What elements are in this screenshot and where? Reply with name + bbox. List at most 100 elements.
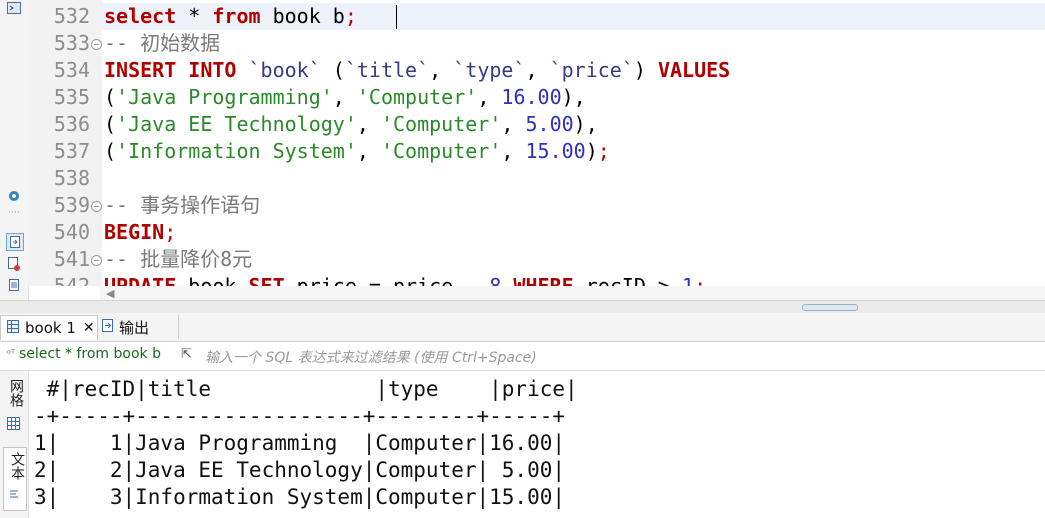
- code-line[interactable]: ('Java Programming', 'Computer', 16.00),: [104, 84, 586, 111]
- tab-label: 输出: [119, 318, 150, 337]
- code-token: price = price -: [284, 274, 490, 286]
- code-token: `book`: [248, 58, 321, 82]
- code-token: 16.00: [501, 85, 562, 109]
- code-token: UPDATE: [104, 274, 177, 286]
- result-view-switcher: 网格 文本: [0, 371, 29, 518]
- code-token: ,: [477, 85, 502, 109]
- code-token: ),: [573, 112, 598, 136]
- code-line[interactable]: -- 事务操作语句: [104, 192, 260, 219]
- code-token: 'Information System': [116, 139, 357, 163]
- code-token: *: [176, 4, 213, 28]
- code-token: WHERE: [513, 274, 574, 286]
- splitter-grip[interactable]: [802, 304, 858, 311]
- code-line[interactable]: -- 初始数据: [104, 30, 220, 57]
- fold-toggle-icon[interactable]: −: [91, 255, 102, 266]
- code-token: ,: [332, 85, 357, 109]
- result-row: 3| 3|Information System|Computer|15.00|: [34, 485, 566, 509]
- result-row: 2| 2|Java EE Technology|Computer| 5.00|: [34, 458, 566, 482]
- filter-input[interactable]: 输入一个 SQL 表达式来过滤结果 (使用 Ctrl+Space): [205, 347, 537, 367]
- editor-side-toolbar: ····: [0, 0, 29, 300]
- result-header-row: #|recID|title |type |price|: [34, 377, 578, 401]
- tab-book-1[interactable]: book 1 ✕: [0, 315, 98, 340]
- line-number: 534: [53, 58, 90, 82]
- line-number: 536: [53, 112, 90, 136]
- line-number: 532: [53, 4, 90, 28]
- line-number: 537: [53, 139, 90, 163]
- more-icon[interactable]: ····: [6, 208, 22, 218]
- line-number: 533: [53, 31, 90, 55]
- text-view-toggle[interactable]: 文本: [3, 447, 27, 511]
- code-token: (: [104, 112, 117, 136]
- code-token: INSERT INTO: [104, 58, 237, 82]
- code-token: ): [633, 58, 658, 82]
- sql-query-icon: ᵒᵀ: [7, 348, 15, 360]
- code-token: `price`: [549, 58, 634, 82]
- code-token: 'Computer': [356, 85, 478, 109]
- code-token: 8: [489, 274, 502, 286]
- text-results[interactable]: #|recID|title |type |price| -+-----+-----…: [34, 376, 578, 511]
- code-line[interactable]: ('Information System', 'Computer', 15.00…: [104, 138, 610, 165]
- filter-expand-icon[interactable]: ⇱: [181, 347, 192, 362]
- code-token: (: [320, 58, 345, 82]
- code-token: ;: [597, 139, 610, 163]
- panel-splitter[interactable]: [0, 300, 1045, 314]
- code-token: (: [104, 85, 117, 109]
- code-token: ,: [356, 112, 381, 136]
- tab-label: book 1: [25, 319, 76, 337]
- code-token: ,: [525, 58, 550, 82]
- text-view-label: 文本: [9, 452, 25, 480]
- code-token: ,: [429, 58, 454, 82]
- code-token: ,: [501, 112, 526, 136]
- table-icon: [7, 319, 19, 337]
- fold-toggle-icon[interactable]: −: [91, 39, 102, 50]
- result-tabs: book 1 ✕ 输出: [0, 313, 1045, 342]
- code-token: ;: [694, 274, 707, 286]
- editor-horizontal-scrollbar[interactable]: ◀: [100, 286, 1045, 300]
- text-mode-icon: [7, 488, 21, 502]
- line-number: 540: [53, 220, 90, 244]
- sql-editor[interactable]: 532 533−534 535 536 537 538 539−540 541−542 sel…: [28, 0, 1045, 286]
- code-token: SET: [248, 274, 285, 286]
- code-token: 'Computer': [380, 112, 502, 136]
- grid-view-label[interactable]: 网格: [6, 379, 26, 407]
- grid-icon[interactable]: [6, 416, 20, 430]
- line-number: 538: [53, 166, 90, 190]
- code-token: recID >: [573, 274, 683, 286]
- text-caret: [396, 5, 397, 29]
- code-line[interactable]: ('Java EE Technology', 'Computer', 5.00)…: [104, 111, 598, 138]
- result-separator: -+-----+------------------+--------+----…: [34, 404, 566, 428]
- code-line[interactable]: INSERT INTO `book` (`title`, `type`, `pr…: [104, 57, 730, 84]
- document-icon[interactable]: [6, 277, 22, 293]
- close-icon[interactable]: ✕: [83, 320, 95, 336]
- code-line[interactable]: BEGIN;: [104, 219, 176, 246]
- code-line[interactable]: -- 批量降价8元: [104, 246, 252, 273]
- fold-toggle-icon[interactable]: −: [91, 201, 102, 212]
- result-row: 1| 1|Java Programming |Computer|16.00|: [34, 431, 566, 455]
- code-token: ,: [356, 139, 381, 163]
- code-token: `type`: [453, 58, 526, 82]
- code-token: ;: [164, 220, 177, 244]
- terminal-icon[interactable]: [6, 0, 22, 16]
- code-token: 'Java Programming': [116, 85, 333, 109]
- query-text: select * from book b: [18, 346, 161, 362]
- scroll-left-icon[interactable]: ◀: [106, 287, 114, 300]
- line-number: 542: [53, 274, 90, 286]
- code-token: 1: [682, 274, 695, 286]
- query-label[interactable]: ᵒᵀ select * from book b: [7, 346, 161, 362]
- code-token: book: [176, 274, 249, 286]
- code-line[interactable]: select * from book b;: [104, 3, 357, 30]
- line-number-gutter: 532 533−534 535 536 537 538 539−540 541−542: [28, 0, 102, 286]
- script-icon[interactable]: [6, 233, 24, 251]
- tab-output[interactable]: 输出: [98, 315, 179, 339]
- settings-icon[interactable]: [6, 188, 22, 204]
- code-line[interactable]: UPDATE book SET price = price - 8 WHERE …: [104, 273, 706, 286]
- script-error-icon[interactable]: [6, 256, 22, 272]
- code-token: ,: [501, 139, 526, 163]
- filter-bar: ᵒᵀ select * from book b ⇱ 输入一个 SQL 表达式来过…: [0, 342, 1045, 371]
- code-token: (: [104, 139, 117, 163]
- line-number: 535: [53, 85, 90, 109]
- code-token: from: [212, 4, 261, 28]
- line-number: 541: [53, 247, 90, 271]
